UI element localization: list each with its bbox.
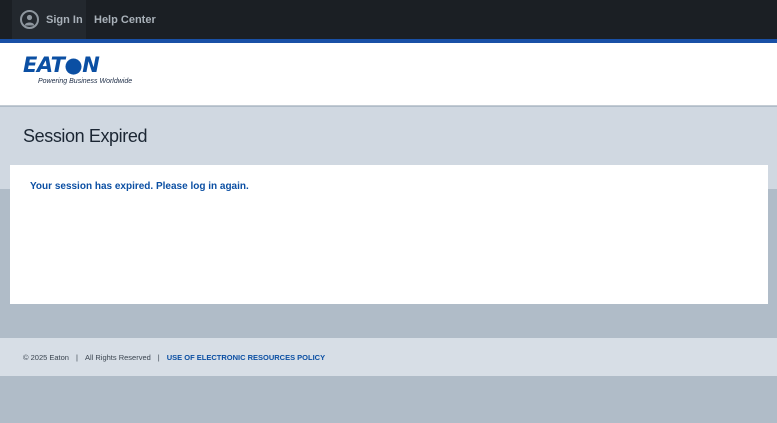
footer-separator: |: [157, 352, 160, 362]
electronic-resources-policy-link[interactable]: USE OF ELECTRONIC RESOURCES POLICY: [167, 353, 325, 362]
sign-in-label: Sign In: [46, 13, 83, 26]
help-center-label: Help Center: [94, 13, 156, 26]
footer-separator: |: [75, 352, 78, 362]
logo-tagline: Powering Business Worldwide: [38, 78, 133, 85]
copyright-text: © 2025 Eaton: [23, 352, 69, 362]
session-expired-message: Your session has expired. Please log in …: [30, 181, 249, 192]
site-footer: © 2025 Eaton | All Rights Reserved | USE…: [0, 338, 777, 376]
eaton-logo[interactable]: EAT●N Powering Business Worldwide: [23, 53, 132, 86]
sign-in-link[interactable]: Sign In: [12, 0, 86, 39]
message-card: Your session has expired. Please log in …: [10, 165, 768, 304]
page-title: Session Expired: [23, 126, 148, 146]
top-navigation-bar: Sign In Help Center: [0, 0, 777, 39]
user-icon: [20, 10, 39, 29]
help-center-link[interactable]: Help Center: [94, 0, 156, 39]
rights-text: All Rights Reserved: [84, 352, 151, 362]
site-header: EAT●N Powering Business Worldwide: [0, 43, 777, 106]
logo-wordmark: EAT●N: [23, 53, 100, 77]
